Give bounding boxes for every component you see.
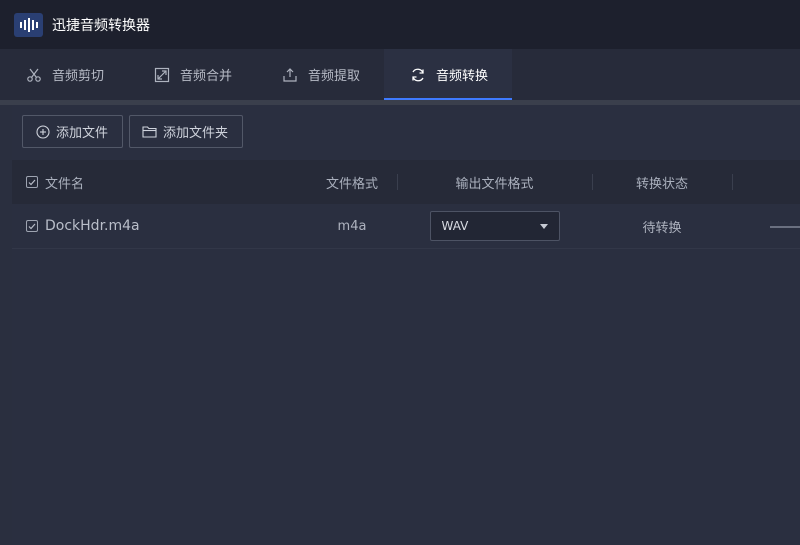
convert-status: 待转换 (642, 220, 682, 236)
file-name: DockHdr.m4a (45, 218, 140, 234)
tab-bar: 音频剪切 音频合并 音频提取 音频转换 (0, 49, 800, 100)
column-separator (732, 174, 733, 190)
add-folder-button[interactable]: 添加文件夹 (129, 115, 244, 148)
folder-icon (142, 124, 157, 139)
refresh-icon (409, 66, 427, 84)
column-header: 输出文件格式 (455, 176, 534, 192)
title-bar: 迅捷音频转换器 (0, 0, 800, 49)
column-separator (397, 174, 398, 190)
column-header: 转换状态 (635, 176, 688, 192)
extract-icon (281, 66, 299, 84)
chevron-down-icon (539, 223, 548, 229)
add-file-label: 添加文件 (56, 126, 109, 141)
column-header: 文件名 (45, 176, 85, 192)
output-format-select[interactable]: WAV (429, 211, 560, 241)
table-header: 文件名 文件格式 输出文件格式 转换状态 (12, 160, 800, 204)
main-content: 添加文件 添加文件夹 文件名 文件格式 输出文件格式 转换状态 DockHdr.… (12, 105, 800, 545)
tab-label: 音频剪切 (52, 69, 105, 84)
tab-label: 音频提取 (308, 69, 361, 84)
tab-audio-extract[interactable]: 音频提取 (256, 49, 384, 100)
tab-audio-cut[interactable]: 音频剪切 (0, 49, 128, 100)
left-gutter (0, 105, 12, 545)
app-title: 迅捷音频转换器 (52, 17, 150, 34)
file-table: 文件名 文件格式 输出文件格式 转换状态 DockHdr.m4a m4a WAV… (12, 160, 800, 249)
tab-audio-merge[interactable]: 音频合并 (128, 49, 256, 100)
column-header: 文件格式 (325, 176, 378, 192)
tab-label: 音频转换 (436, 69, 489, 84)
app-window: 迅捷音频转换器 音频剪切 音频合并 音频提取 音频转换 添加文件 添加文件夹 文… (0, 0, 800, 545)
toolbar: 添加文件 添加文件夹 (22, 115, 244, 148)
plus-circle-icon (35, 124, 50, 139)
merge-icon (153, 66, 171, 84)
output-format-cell: WAV (397, 211, 592, 241)
output-format-value: WAV (441, 219, 469, 233)
column-separator (592, 174, 593, 190)
file-format: m4a (337, 218, 367, 234)
app-logo-icon (14, 12, 43, 37)
row-checkbox[interactable] (26, 220, 38, 232)
table-row[interactable]: DockHdr.m4a m4a WAV 待转换 (12, 204, 800, 249)
header-filename: 文件名 (12, 173, 307, 192)
add-folder-label: 添加文件夹 (163, 126, 229, 141)
row-filename-cell: DockHdr.m4a (12, 218, 307, 234)
tab-label: 音频合并 (180, 69, 233, 84)
scissors-icon (25, 66, 43, 84)
tab-audio-convert[interactable]: 音频转换 (384, 49, 512, 100)
select-all-checkbox[interactable] (26, 176, 38, 188)
add-file-button[interactable]: 添加文件 (22, 115, 124, 148)
progress-indicator (770, 226, 800, 228)
